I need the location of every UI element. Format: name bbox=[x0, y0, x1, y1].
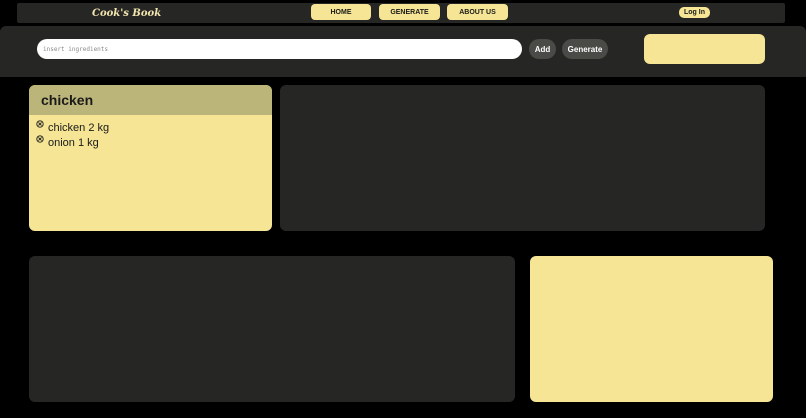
highlight-panel bbox=[530, 256, 773, 402]
ingredient-label: onion 1 kg bbox=[48, 137, 99, 149]
recipe-title: chicken bbox=[41, 92, 94, 108]
results-panel bbox=[29, 256, 515, 402]
remove-icon[interactable] bbox=[36, 135, 44, 143]
recipe-card: chicken chicken 2 kg onion 1 kg bbox=[29, 85, 272, 231]
top-navbar: Cook's Book HOME GENERATE ABOUT US Log I… bbox=[17, 3, 785, 23]
nav-generate-button[interactable]: GENERATE bbox=[379, 4, 440, 20]
recipe-detail-panel bbox=[280, 85, 765, 231]
recipe-card-header: chicken bbox=[29, 85, 272, 115]
login-button[interactable]: Log In bbox=[679, 7, 710, 18]
ingredient-input[interactable] bbox=[37, 39, 522, 59]
generate-button[interactable]: Generate bbox=[562, 39, 608, 59]
ingredient-label: chicken 2 kg bbox=[48, 122, 110, 134]
add-button[interactable]: Add bbox=[529, 39, 556, 59]
ingredient-bar: Add Generate bbox=[0, 26, 806, 77]
remove-icon[interactable] bbox=[36, 120, 44, 128]
status-panel bbox=[644, 34, 765, 64]
nav-about-button[interactable]: ABOUT US bbox=[447, 4, 508, 20]
app-logo[interactable]: Cook's Book bbox=[92, 6, 192, 22]
nav-home-button[interactable]: HOME bbox=[311, 4, 371, 20]
